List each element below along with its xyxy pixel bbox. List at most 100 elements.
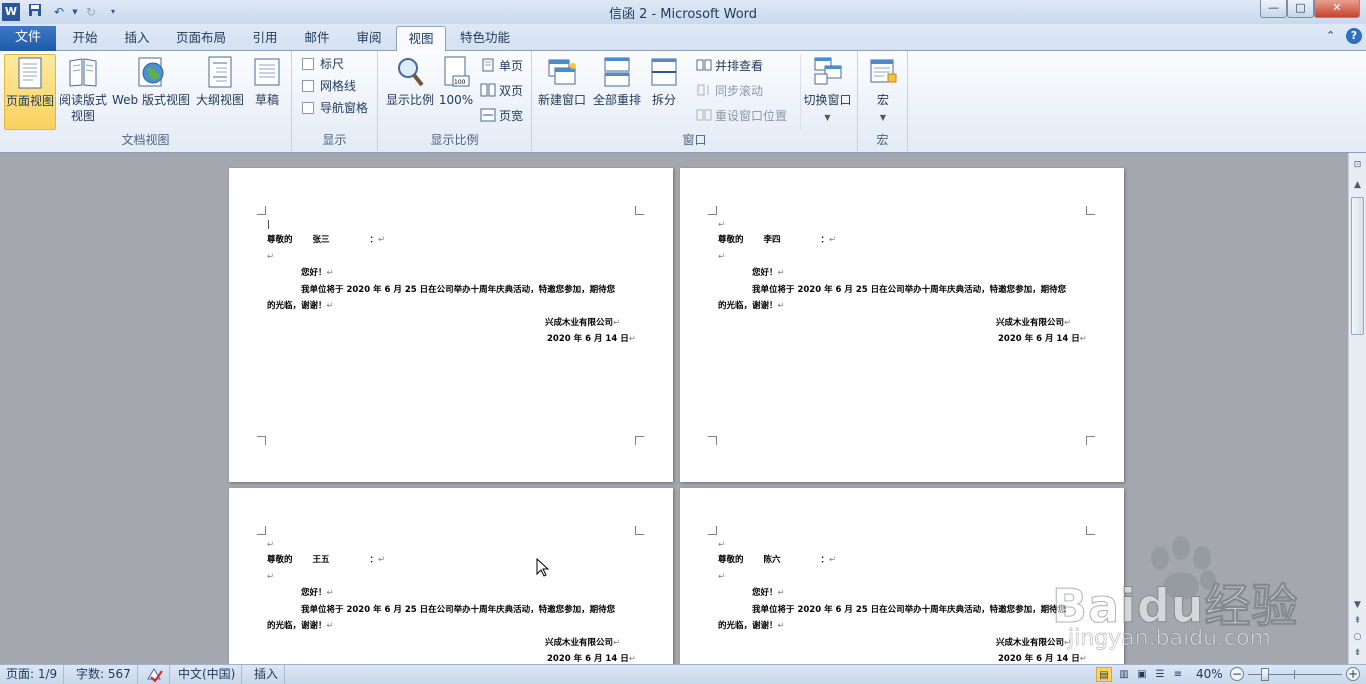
minimize-button[interactable]: — <box>1260 0 1287 18</box>
previous-page-icon[interactable]: ⇞ <box>1349 613 1366 629</box>
reading-view-icon[interactable]: ▥ <box>1116 667 1132 682</box>
tab-mailings[interactable]: 邮件 <box>292 26 342 51</box>
word-window: W ↶ ▼ ↻ ▾ 信函 2 - Microsoft Word — □ ✕ 文件… <box>0 0 1366 684</box>
view-side-by-side-button[interactable]: 并排查看 <box>696 56 763 76</box>
gridlines-check-box[interactable] <box>302 80 314 92</box>
next-page-icon[interactable]: ⇟ <box>1349 645 1366 661</box>
print-layout-button[interactable]: 页面视图 <box>4 54 56 130</box>
status-bar: 页面: 1/9 字数: 567 中文(中国) 插入 ▤ ▥ ▣ ☰ ≡ 40% … <box>0 664 1366 684</box>
hello-line: 您好！↵ <box>752 588 785 598</box>
group-document-views: 页面视图 阅读版式 视图 Web 版式视图 大纲视图 草稿 文档视图 <box>0 51 292 151</box>
document-page-2[interactable]: ↵ 尊敬的 李四 ：↵ ↵ 您好！↵ 我单位将于 2020 年 6 月 25 日在公… <box>680 168 1124 482</box>
reset-position-label: 重设窗口位置 <box>715 109 788 123</box>
ruler-checkbox[interactable]: 标尺 <box>302 54 344 74</box>
switch-windows-button[interactable]: 切换窗口 ▼ <box>800 54 854 130</box>
reset-position-icon <box>696 109 712 121</box>
split-label: 拆分 <box>651 93 676 107</box>
crop-mark <box>257 436 266 445</box>
company-name: 兴成木业有限公司 <box>996 638 1065 648</box>
tab-review[interactable]: 审阅 <box>344 26 394 51</box>
new-window-icon <box>548 59 576 85</box>
help-icon[interactable]: ? <box>1346 28 1362 44</box>
zoom-in-button[interactable]: + <box>1346 667 1360 681</box>
greeting-line: 尊敬的 陈六 ：↵ <box>718 555 837 565</box>
crop-mark <box>708 436 717 445</box>
hello-line: 您好！↵ <box>301 268 334 278</box>
title-bar: W ↶ ▼ ↻ ▾ 信函 2 - Microsoft Word — □ ✕ <box>0 0 1366 24</box>
draft-icon <box>254 58 280 86</box>
tab-file[interactable]: 文件 <box>0 26 56 51</box>
minimize-ribbon-icon[interactable]: ⌃ <box>1326 29 1335 42</box>
outline-view-icon[interactable]: ☰ <box>1152 667 1168 682</box>
proofing-icon[interactable] <box>140 665 170 684</box>
web-view-icon[interactable]: ▣ <box>1134 667 1150 682</box>
macros-button[interactable]: 宏 ▼ <box>864 54 902 130</box>
gridlines-checkbox[interactable]: 网格线 <box>302 76 356 96</box>
zoom-button[interactable]: 显示比例 <box>382 54 438 130</box>
new-window-button[interactable]: 新建窗口 <box>536 54 588 130</box>
tab-home[interactable]: 开始 <box>60 26 110 51</box>
maximize-button[interactable]: □ <box>1287 0 1314 18</box>
group-window: 新建窗口 全部重排 拆分 并排查看 同步滚动 重设窗口位置 切换窗口 ▼ 窗口 <box>532 51 858 151</box>
document-page-4[interactable]: ↵ 尊敬的 陈六 ：↵ ↵ 您好！↵ 我单位将于 2020 年 6 月 25 日在公… <box>680 488 1124 664</box>
zoom-slider-thumb[interactable] <box>1261 668 1269 681</box>
paragraph-mark: ↵ <box>718 252 726 262</box>
hello-line: 您好！↵ <box>752 268 785 278</box>
window-title: 信函 2 - Microsoft Word <box>608 7 758 22</box>
ruler-toggle-icon[interactable]: ⊡ <box>1349 157 1366 173</box>
tab-insert[interactable]: 插入 <box>112 26 162 51</box>
hello-line: 您好！↵ <box>301 588 334 598</box>
draft-view-button[interactable]: 草稿 <box>248 54 286 130</box>
vertical-scrollbar[interactable]: ⊡ ▲ ▼ ⇞ ○ ⇟ <box>1348 153 1366 664</box>
document-area[interactable]: | 尊敬的 张三 ：↵ ↵ 您好！↵ 我单位将于 2020 年 6 月 25 日在公… <box>0 153 1348 664</box>
language-status[interactable]: 中文(中国) <box>172 665 243 684</box>
insert-mode-status[interactable]: 插入 <box>248 665 286 684</box>
zoom-level[interactable]: 40% <box>1196 665 1223 684</box>
zoom-out-button[interactable]: − <box>1230 667 1244 681</box>
web-layout-button[interactable]: Web 版式视图 <box>110 54 192 130</box>
arrange-all-button[interactable]: 全部重排 <box>590 54 644 130</box>
full-screen-reading-button[interactable]: 阅读版式 视图 <box>58 54 108 130</box>
nav-pane-checkbox[interactable]: 导航窗格 <box>302 98 368 118</box>
greeting-line: 尊敬的 王五 ：↵ <box>267 555 386 565</box>
date-line: 2020 年 6 月 14 日↵ <box>998 654 1087 664</box>
tab-page-layout[interactable]: 页面布局 <box>166 26 236 51</box>
page-width-button[interactable]: 页宽 <box>480 106 523 126</box>
group-label-window: 窗口 <box>682 133 707 147</box>
macros-label: 宏 <box>876 93 889 107</box>
nav-pane-check-box[interactable] <box>302 102 314 114</box>
text-cursor: | <box>267 220 270 230</box>
select-browse-object-icon[interactable]: ○ <box>1349 629 1366 645</box>
two-pages-button[interactable]: 双页 <box>480 81 523 101</box>
draft-view-icon[interactable]: ≡ <box>1170 667 1186 682</box>
print-layout-view-icon[interactable]: ▤ <box>1096 667 1112 682</box>
sync-scroll-button[interactable]: 同步滚动 <box>696 81 763 101</box>
scroll-thumb[interactable] <box>1351 197 1364 335</box>
outline-view-button[interactable]: 大纲视图 <box>194 54 246 130</box>
one-page-button[interactable]: 单页 <box>480 56 523 76</box>
macros-icon <box>870 59 897 83</box>
scroll-down-icon[interactable]: ▼ <box>1349 597 1366 613</box>
ribbon-tabs: 文件 开始 插入 页面布局 引用 邮件 审阅 视图 特色功能 ⌃ ? <box>0 24 1366 52</box>
outline-view-label: 大纲视图 <box>195 93 244 107</box>
page-count-status[interactable]: 页面: 1/9 <box>0 665 65 684</box>
close-button[interactable]: ✕ <box>1314 0 1360 18</box>
date-line: 2020 年 6 月 14 日↵ <box>547 654 636 664</box>
zoom-100-button[interactable]: 100 100% <box>438 54 474 130</box>
paragraph-mark: ↵ <box>267 572 275 582</box>
scroll-up-icon[interactable]: ▲ <box>1349 177 1366 193</box>
paragraph-mark: ↵ <box>718 572 726 582</box>
tab-references[interactable]: 引用 <box>240 26 290 51</box>
split-button[interactable]: 拆分 <box>646 54 682 130</box>
tab-special-features[interactable]: 特色功能 <box>450 26 520 51</box>
document-page-3[interactable]: ↵ 尊敬的 王五 ：↵ ↵ 您好！↵ 我单位将于 2020 年 6 月 25 日在公… <box>229 488 673 664</box>
document-page-1[interactable]: | 尊敬的 张三 ：↵ ↵ 您好！↵ 我单位将于 2020 年 6 月 25 日在公… <box>229 168 673 482</box>
letter-date: 2020 年 6 月 14 日 <box>998 654 1080 664</box>
print-layout-label: 页面视图 <box>5 94 54 108</box>
greeting-line: 尊敬的 张三 ：↵ <box>267 235 386 245</box>
tab-view[interactable]: 视图 <box>396 26 446 52</box>
reset-window-position-button[interactable]: 重设窗口位置 <box>696 106 787 126</box>
greeting-colon: ： <box>369 555 379 565</box>
ruler-check-box[interactable] <box>302 58 314 70</box>
word-count-status[interactable]: 字数: 567 <box>70 665 138 684</box>
